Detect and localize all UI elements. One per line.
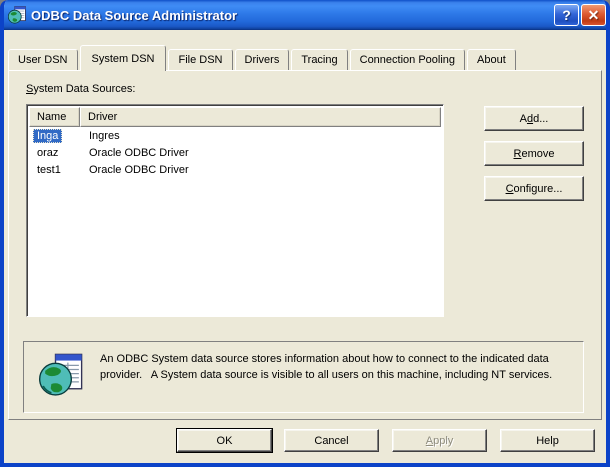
question-mark-icon: ? (562, 8, 571, 22)
dsn-name: oraz (33, 146, 62, 160)
window-title: ODBC Data Source Administrator (31, 8, 552, 23)
column-header-name[interactable]: Name (29, 107, 80, 127)
system-data-sources-label: System Data Sources: (26, 83, 135, 95)
dsn-name-cell: Inga (29, 130, 80, 142)
help-button[interactable]: Help (500, 429, 595, 452)
column-header-driver[interactable]: Driver (80, 107, 441, 127)
info-box: An ODBC System data source stores inform… (23, 341, 584, 413)
titlebar[interactable]: ODBC Data Source Administrator ? ✕ (0, 0, 610, 30)
cancel-button[interactable]: Cancel (284, 429, 379, 452)
tab-connection-pooling[interactable]: Connection Pooling (350, 49, 465, 70)
tab-system-dsn[interactable]: System DSN (80, 45, 167, 71)
close-x-icon: ✕ (588, 8, 600, 22)
tab-drivers[interactable]: Drivers (235, 49, 290, 70)
dsn-name-cell: oraz (29, 147, 80, 159)
dsn-driver-cell: Ingres (80, 130, 441, 142)
tab-file-dsn[interactable]: File DSN (168, 49, 232, 70)
dsn-name-cell: test1 (29, 164, 80, 176)
list-row[interactable]: Inga Ingres (29, 127, 441, 144)
dsn-driver-cell: Oracle ODBC Driver (80, 147, 441, 159)
system-dsn-panel: System Data Sources: Name Driver Inga In… (8, 70, 602, 420)
titlebar-help-button[interactable]: ? (554, 4, 579, 26)
tab-strip: User DSN System DSN File DSN Drivers Tra… (8, 43, 602, 70)
dsn-driver-cell: Oracle ODBC Driver (80, 164, 441, 176)
dsn-name: test1 (33, 163, 65, 177)
datasource-list[interactable]: Name Driver Inga Ingres oraz Oracle ODBC… (26, 104, 444, 317)
list-row[interactable]: test1 Oracle ODBC Driver (29, 161, 441, 178)
selected-dsn-name: Inga (33, 129, 62, 143)
ok-button[interactable]: OK (177, 429, 272, 452)
tab-user-dsn[interactable]: User DSN (8, 49, 78, 70)
close-button[interactable]: ✕ (581, 4, 606, 26)
add-button[interactable]: Add... (484, 106, 584, 131)
list-row[interactable]: oraz Oracle ODBC Driver (29, 144, 441, 161)
list-header: Name Driver (29, 107, 441, 127)
odbc-globe-document-icon (39, 353, 83, 397)
tab-tracing[interactable]: Tracing (291, 49, 347, 70)
tab-about[interactable]: About (467, 49, 516, 70)
apply-button[interactable]: Apply (392, 429, 487, 452)
configure-button[interactable]: Configure... (484, 176, 584, 201)
remove-button[interactable]: Remove (484, 141, 584, 166)
info-text: An ODBC System data source stores inform… (100, 351, 562, 383)
odbc-administrator-window: ODBC Data Source Administrator ? ✕ User … (0, 0, 610, 467)
odbc-globe-document-icon (8, 6, 26, 24)
